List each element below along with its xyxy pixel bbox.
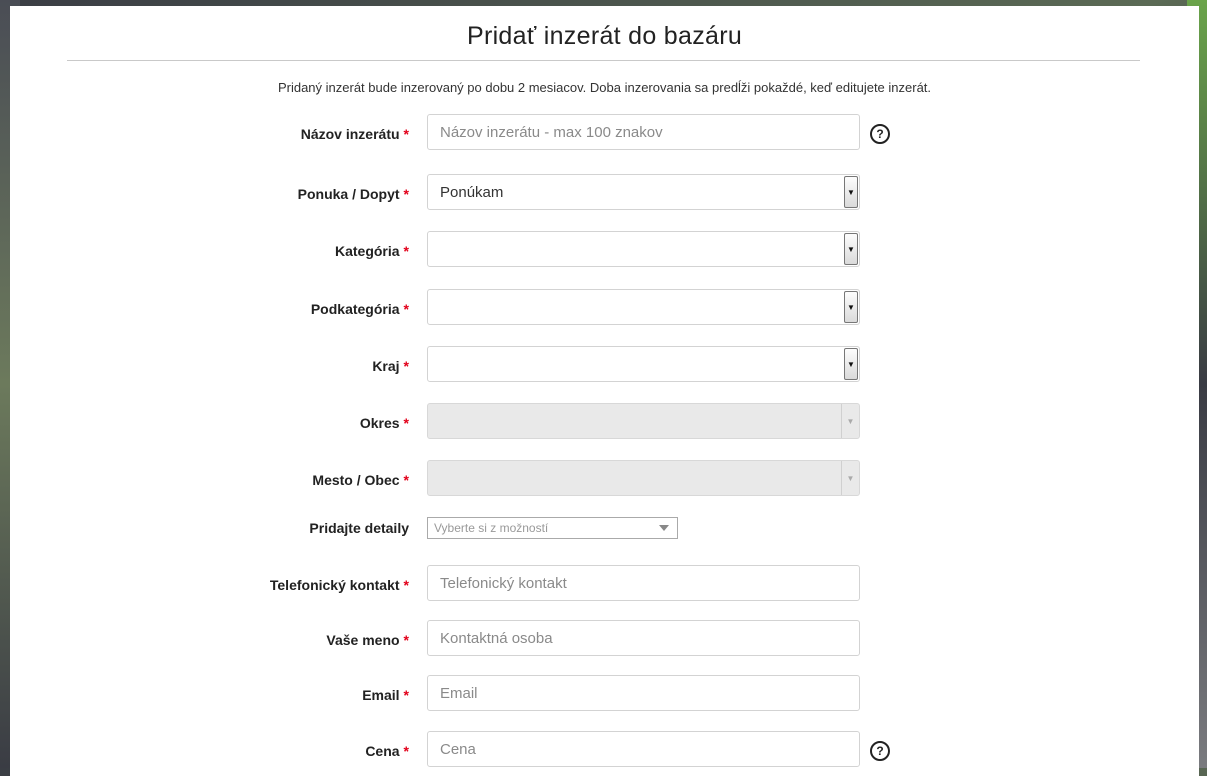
offer-demand-select[interactable]: Ponúkam ▼ bbox=[427, 174, 860, 210]
label-kategoria: Kategória * bbox=[334, 243, 409, 259]
price-input[interactable] bbox=[440, 740, 859, 758]
label-podkategoria: Podkategória * bbox=[310, 301, 409, 317]
label-okres: Okres * bbox=[359, 415, 409, 431]
required-mark: * bbox=[403, 415, 409, 431]
phone-field[interactable] bbox=[427, 565, 860, 601]
help-icon[interactable]: ? bbox=[870, 741, 890, 761]
label-telefon: Telefonický kontakt * bbox=[269, 577, 409, 593]
chevron-down-icon[interactable]: ▼ bbox=[844, 233, 858, 265]
page-title: Pridať inzerát do bazáru bbox=[466, 22, 743, 50]
chevron-down-icon: ▼ bbox=[841, 404, 859, 438]
required-mark: * bbox=[403, 358, 409, 374]
price-field[interactable] bbox=[427, 731, 860, 767]
label-ponuka: Ponuka / Dopyt * bbox=[297, 186, 409, 202]
required-mark: * bbox=[403, 301, 409, 317]
caret-down-icon[interactable] bbox=[659, 525, 669, 531]
phone-input[interactable] bbox=[440, 574, 859, 592]
label-nazov: Názov inzerátu * bbox=[300, 126, 409, 142]
label-mesto: Mesto / Obec * bbox=[312, 472, 409, 488]
title-divider bbox=[67, 60, 1140, 61]
name-input[interactable] bbox=[440, 629, 859, 647]
category-select[interactable]: ▼ bbox=[427, 231, 860, 267]
intro-text: Pridaný inzerát bude inzerovaný po dobu … bbox=[277, 80, 932, 95]
required-mark: * bbox=[403, 743, 409, 759]
email-field[interactable] bbox=[427, 675, 860, 711]
required-mark: * bbox=[403, 243, 409, 259]
offer-demand-value: Ponúkam bbox=[440, 183, 504, 201]
required-mark: * bbox=[403, 186, 409, 202]
label-email: Email * bbox=[362, 687, 409, 703]
subcategory-select[interactable]: ▼ bbox=[427, 289, 860, 325]
label-meno: Vaše meno * bbox=[326, 632, 409, 648]
required-mark: * bbox=[403, 472, 409, 488]
help-icon[interactable]: ? bbox=[870, 124, 890, 144]
chevron-down-icon[interactable]: ▼ bbox=[844, 348, 858, 380]
label-cena: Cena * bbox=[365, 743, 409, 759]
label-detaily: Pridajte detaily bbox=[309, 520, 409, 536]
email-input[interactable] bbox=[440, 684, 859, 702]
chevron-down-icon[interactable]: ▼ bbox=[844, 291, 858, 323]
required-mark: * bbox=[403, 577, 409, 593]
details-placeholder: Vyberte si z možností bbox=[434, 521, 549, 535]
required-mark: * bbox=[403, 687, 409, 703]
chevron-down-icon: ▼ bbox=[841, 461, 859, 495]
chevron-down-icon[interactable]: ▼ bbox=[844, 176, 858, 208]
city-select: ▼ bbox=[427, 460, 860, 496]
add-listing-panel: Pridať inzerát do bazáru Pridaný inzerát… bbox=[10, 6, 1199, 776]
name-field[interactable] bbox=[427, 620, 860, 656]
required-mark: * bbox=[403, 126, 409, 142]
district-select: ▼ bbox=[427, 403, 860, 439]
title-field[interactable] bbox=[427, 114, 860, 150]
required-mark: * bbox=[403, 632, 409, 648]
label-kraj: Kraj * bbox=[372, 358, 409, 374]
title-input[interactable] bbox=[440, 123, 859, 141]
region-select[interactable]: ▼ bbox=[427, 346, 860, 382]
details-multiselect[interactable]: Vyberte si z možností bbox=[427, 517, 678, 539]
